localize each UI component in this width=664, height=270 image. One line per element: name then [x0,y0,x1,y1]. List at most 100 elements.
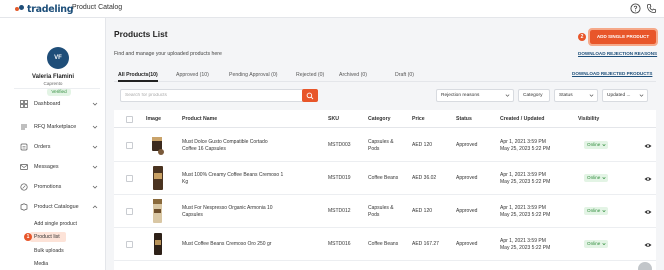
step-2-badge: 2 [578,33,586,41]
sidebar-item-product-catalogue[interactable]: Product Catalogue [0,199,106,215]
chevron-down-icon [92,165,98,169]
promotions-icon [20,183,28,191]
add-single-product-button[interactable]: ADD SINGLE PRODUCT [588,28,658,46]
column-header: Status [456,116,472,122]
product-sku: MSTD019 [328,175,351,181]
chevron-down-icon [92,145,98,149]
visibility-dropdown[interactable]: Online [584,174,608,182]
product-name[interactable]: Must 100% Creamy Coffee Beans Cremoso 1K… [182,172,283,185]
messages-icon [20,164,28,170]
filter-label: Status [559,93,573,98]
chevron-down-icon [602,243,606,246]
product-name[interactable]: Must Coffee Beans Cremoso Oro 250 gr [182,241,271,248]
table-header: Image Product Name SKU Category Price St… [114,110,656,128]
search-input[interactable] [125,90,285,101]
tab-archived[interactable]: Archived (0) [339,70,367,82]
download-rejection-reasons-link[interactable]: DOWNLOAD REJECTION REASONS [578,51,657,56]
visibility-dropdown[interactable]: Online [584,240,608,248]
eye-icon[interactable] [644,176,652,182]
download-rejected-products-link[interactable]: DOWNLOAD REJECTED PRODUCTS [572,71,652,76]
page-title: Products List [114,29,168,39]
column-header: Product Name [182,116,218,122]
sidebar: VF Valeria Flamini Caprento Verified Das… [0,18,106,270]
user-company: Caprento [43,81,63,86]
sidebar-item-label: Promotions [34,184,62,190]
table-row[interactable]: Must Dolce Gusto Compatible Cortado Coffe… [114,129,656,162]
product-dates: Apr 1, 2021 3:59 PM May 25, 2023 5:22 PM [500,238,551,251]
product-price: AED 167.27 [412,241,439,247]
status-filter[interactable]: Status [554,89,598,102]
main-content: Products List Find and manage your uploa… [106,18,664,270]
search-box [120,89,304,102]
dashboard-icon [20,100,28,108]
product-image [153,166,163,190]
sidebar-item-dashboard[interactable]: Dashboard [0,96,106,112]
step-1-badge: 1 [24,233,32,241]
sidebar-item-orders[interactable]: Orders [0,139,106,155]
eye-icon[interactable] [644,143,652,149]
sidebar-item-messages[interactable]: Messages [0,159,106,175]
eye-icon[interactable] [644,242,652,248]
sidebar-item-label: Dashboard [34,101,61,107]
orders-icon [20,143,28,151]
visibility-dropdown[interactable]: Online [584,207,608,215]
product-sku: MSTD016 [328,241,351,247]
product-name[interactable]: Must Dolce Gusto Compatible Cortado Coffe… [182,139,268,152]
tab-approved[interactable]: Approved (10) [176,70,209,82]
row-checkbox[interactable] [126,142,133,149]
sidebar-item-promotions[interactable]: Promotions [0,179,106,195]
avatar[interactable]: VF [47,47,69,69]
logo-text: tradeling [27,3,74,15]
eye-icon[interactable] [644,209,652,215]
sidebar-item-rfq-marketplace[interactable]: RFQ Marketplace [0,119,106,135]
table-row[interactable]: Must Coffee Beans Cremoso Oro 250 gr MST… [114,228,656,261]
scroll-to-top-button[interactable] [638,262,652,270]
rejection-reasons-filter[interactable]: Rejection reasons [436,89,514,102]
column-header: Visibility [578,116,600,122]
chevron-down-icon [602,144,606,147]
table-row[interactable]: Must For Nespresso Organic Armonia 10 Cap… [114,195,656,228]
product-price: AED 120 [412,208,433,214]
user-name: Valeria Flamini [31,74,75,80]
filter-label: Rejection reasons [441,93,480,98]
tab-all-products[interactable]: All Products(10) [118,70,158,82]
tab-draft[interactable]: Draft (0) [395,70,414,82]
product-image [152,137,164,155]
visibility-dropdown[interactable]: Online [584,141,608,149]
sidebar-item-label: Messages [34,164,59,170]
tradeling-logo[interactable]: tradeling [15,2,74,16]
sidebar-subitem-add-single-product[interactable]: Add single product [34,221,77,227]
select-all-checkbox[interactable] [126,116,133,123]
logo-mark-icon [15,4,25,14]
column-header: Price [412,116,425,122]
updated-sort[interactable]: Updated ... [602,89,648,102]
tab-rejected[interactable]: Rejected (0) [296,70,324,82]
row-checkbox[interactable] [126,241,133,248]
phone-icon[interactable] [646,3,657,14]
product-sku: MSTD003 [328,142,351,148]
sidebar-subitem-media[interactable]: Media [34,261,48,267]
table-row[interactable]: Must 100% Creamy Coffee Beans Cremoso 1K… [114,162,656,195]
product-name[interactable]: Must For Nespresso Organic Armonia 10 Cap… [182,205,273,218]
products-table: Image Product Name SKU Category Price St… [114,110,656,270]
verified-badge: Verified [47,88,71,96]
tab-pending-approval[interactable]: Pending Approval (0) [229,70,277,82]
rfq-icon [21,124,27,130]
product-status: Approved [456,208,478,214]
product-dates: Apr 1, 2021 3:59 PM May 25, 2023 5:22 PM [500,139,551,152]
help-circle-icon[interactable] [630,3,641,14]
search-button[interactable] [302,89,318,102]
product-category: Coffee Beans [368,175,399,181]
sidebar-subitem-product-list[interactable]: Product list [34,234,60,240]
filter-label: Updated ... [607,93,631,98]
category-filter[interactable]: Category [518,89,550,102]
product-dates: Apr 1, 2021 3:59 PM May 25, 2023 5:22 PM [500,205,551,218]
sidebar-subitem-bulk-uploads[interactable]: Bulk uploads [34,248,64,254]
product-sku: MSTD012 [328,208,351,214]
column-header: Created / Updated [500,116,545,122]
column-header: Image [146,116,161,122]
chevron-down-icon [589,94,594,97]
row-checkbox[interactable] [126,208,133,215]
column-header: Category [368,116,391,122]
row-checkbox[interactable] [126,175,133,182]
